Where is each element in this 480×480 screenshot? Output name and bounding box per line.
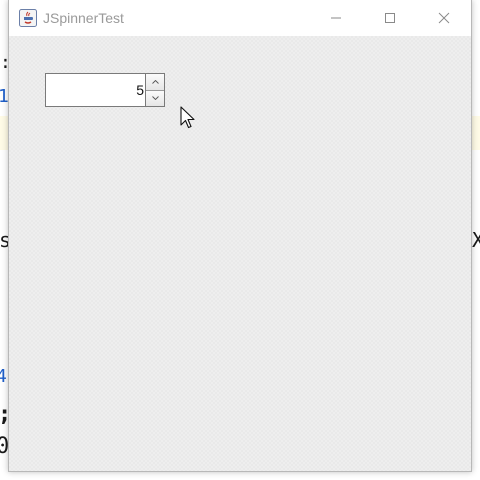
content-pane <box>9 36 471 471</box>
maximize-button[interactable] <box>363 0 417 36</box>
number-spinner[interactable] <box>45 73 166 107</box>
window-controls <box>309 0 471 36</box>
minimize-icon <box>331 17 341 19</box>
java-app-icon <box>19 9 37 27</box>
spinner-value-field[interactable] <box>45 73 145 107</box>
spinner-buttons <box>145 73 165 107</box>
jspinner-window: JSpinnerTest <box>8 0 472 472</box>
code-fragment-x: X <box>472 228 480 252</box>
spinner-up-button[interactable] <box>146 74 164 90</box>
maximize-icon <box>385 13 395 23</box>
window-title: JSpinnerTest <box>43 10 124 26</box>
arrow-up-icon <box>151 79 159 84</box>
minimize-button[interactable] <box>309 0 363 36</box>
arrow-down-icon <box>151 96 159 101</box>
close-icon <box>438 12 450 24</box>
title-bar[interactable]: JSpinnerTest <box>9 0 471 36</box>
mouse-cursor-icon <box>180 106 195 129</box>
spinner-down-button[interactable] <box>146 89 164 106</box>
code-fragment-four: 4 <box>0 366 7 387</box>
close-button[interactable] <box>417 0 471 36</box>
